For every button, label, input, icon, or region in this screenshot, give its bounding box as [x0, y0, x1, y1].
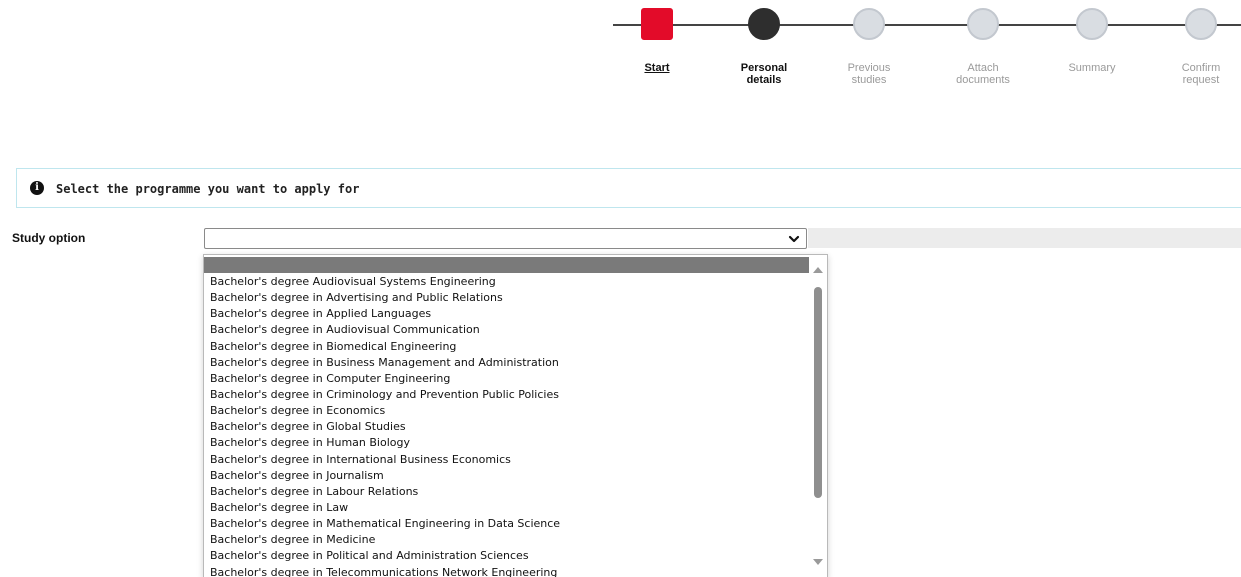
field-row-background	[808, 228, 1241, 248]
study-option-dropdown[interactable]: Bachelor's degree Audiovisual Systems En…	[203, 254, 828, 577]
option-item[interactable]: Bachelor's degree in Global Studies	[204, 419, 810, 435]
option-item[interactable]: Bachelor's degree Audiovisual Systems En…	[204, 274, 810, 290]
study-option-select[interactable]	[204, 228, 807, 249]
option-item[interactable]: Bachelor's degree in Human Biology	[204, 435, 810, 451]
step-marker	[1185, 8, 1217, 40]
progress-stepper: Start Personal details Previous studies Att…	[613, 0, 1241, 100]
option-item[interactable]: Bachelor's degree in Medicine	[204, 532, 810, 548]
step-label: Summary	[1068, 62, 1116, 74]
step-marker	[853, 8, 885, 40]
option-item[interactable]: Bachelor's degree in Advertising and Pub…	[204, 290, 810, 306]
step-marker	[641, 8, 673, 40]
step-label: Confirm request	[1181, 62, 1221, 86]
option-item[interactable]: Bachelor's degree in Criminology and Pre…	[204, 387, 810, 403]
option-item[interactable]: Bachelor's degree in Audiovisual Communi…	[204, 322, 810, 338]
scroll-up-icon[interactable]	[813, 267, 823, 273]
option-item[interactable]: Bachelor's degree in Business Management…	[204, 355, 810, 371]
option-item[interactable]: Bachelor's degree in Mathematical Engine…	[204, 516, 810, 532]
chevron-down-icon	[788, 235, 800, 243]
step-marker	[967, 8, 999, 40]
info-text: Select the programme you want to apply f…	[56, 182, 360, 196]
option-item[interactable]: Bachelor's degree in Applied Languages	[204, 306, 810, 322]
step-label[interactable]: Start	[617, 62, 697, 74]
option-item[interactable]: Bachelor's degree in Political and Admin…	[204, 548, 810, 564]
study-option-label: Study option	[12, 231, 86, 245]
info-banner: i Select the programme you want to apply…	[16, 168, 1241, 208]
option-item[interactable]: Bachelor's degree in International Busin…	[204, 452, 810, 468]
info-icon: i	[30, 181, 44, 195]
option-item[interactable]: Bachelor's degree in Biomedical Engineer…	[204, 339, 810, 355]
dropdown-scrollbar[interactable]	[809, 255, 827, 577]
option-item[interactable]: Bachelor's degree in Economics	[204, 403, 810, 419]
step-marker	[1076, 8, 1108, 40]
option-item[interactable]: Bachelor's degree in Computer Engineerin…	[204, 371, 810, 387]
stepper-line	[613, 24, 1241, 26]
option-list: Bachelor's degree Audiovisual Systems En…	[204, 257, 810, 577]
scroll-thumb[interactable]	[814, 287, 822, 498]
step-label: Attach documents	[956, 62, 1010, 86]
option-blank[interactable]	[204, 257, 810, 273]
step-label: Previous studies	[847, 62, 891, 86]
step-label: Personal details	[740, 62, 788, 86]
option-item[interactable]: Bachelor's degree in Journalism	[204, 468, 810, 484]
option-item[interactable]: Bachelor's degree in Labour Relations	[204, 484, 810, 500]
option-item[interactable]: Bachelor's degree in Telecommunications …	[204, 565, 810, 577]
step-marker	[748, 8, 780, 40]
option-item[interactable]: Bachelor's degree in Law	[204, 500, 810, 516]
scroll-down-icon[interactable]	[813, 559, 823, 565]
